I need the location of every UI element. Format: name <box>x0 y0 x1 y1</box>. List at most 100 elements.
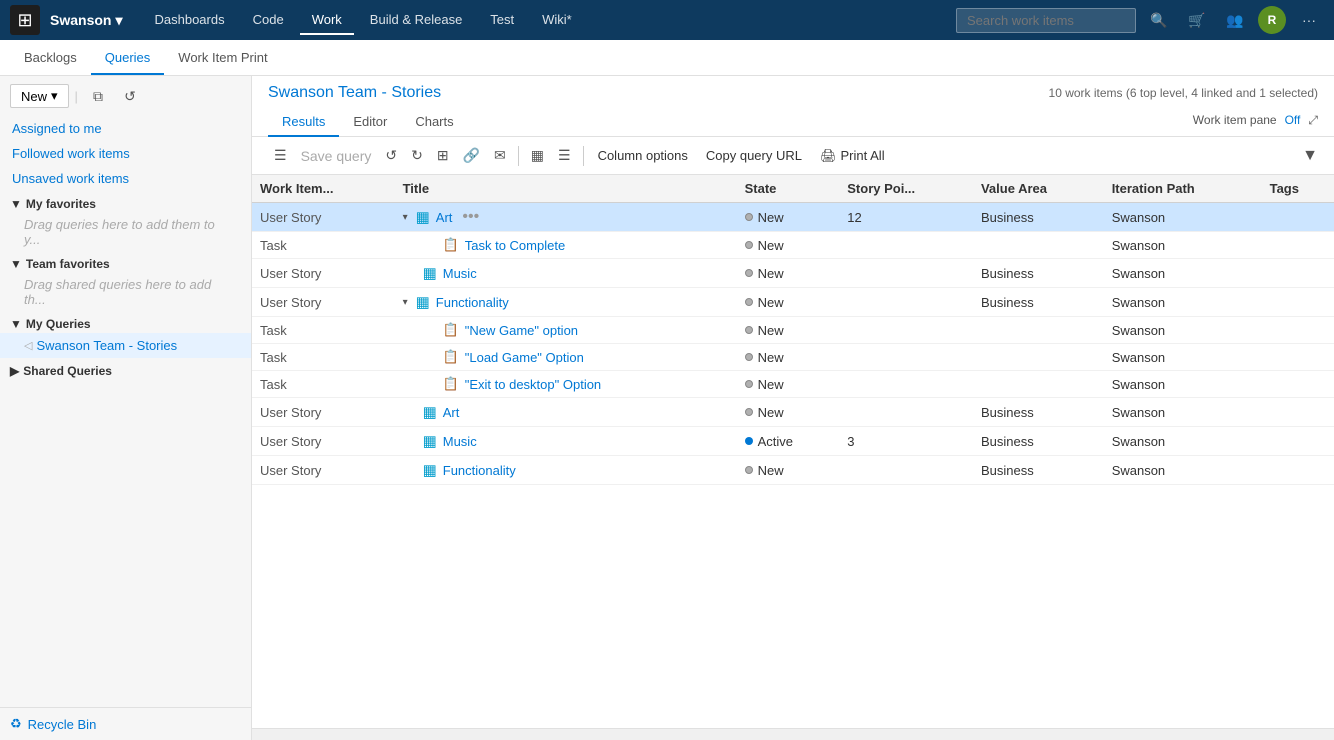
view-toggle-2[interactable]: ☰ <box>552 143 577 168</box>
off-label[interactable]: Off <box>1285 113 1301 127</box>
view-toggle-1[interactable]: ▦ <box>525 143 550 168</box>
table-row[interactable]: Task 📋 "Exit to desktop" Option New Swan… <box>252 371 1334 398</box>
new-button[interactable]: New ▾ <box>10 84 69 108</box>
redo-button[interactable]: ↻ <box>405 143 429 168</box>
title-link[interactable]: Music <box>443 434 477 449</box>
tab-backlogs[interactable]: Backlogs <box>10 42 91 75</box>
col-tags[interactable]: Tags <box>1262 175 1334 203</box>
col-work-item[interactable]: Work Item... <box>252 175 395 203</box>
panel-title: Swanson Team - Stories <box>268 84 441 102</box>
sidebar-section-my-favorites[interactable]: ▼ My favorites <box>0 191 251 213</box>
title-link[interactable]: Music <box>443 266 477 281</box>
horizontal-scrollbar[interactable] <box>252 728 1334 740</box>
sidebar-section-shared-queries[interactable]: ▶ Shared Queries <box>0 358 251 380</box>
ellipsis-button[interactable]: ••• <box>458 208 483 226</box>
table-row[interactable]: Task 📋 "Load Game" Option New Swanson <box>252 344 1334 371</box>
save-query-button[interactable]: Save query <box>295 144 378 168</box>
basket-icon[interactable]: 🛒 <box>1182 5 1212 35</box>
sidebar-item-unsaved-work-items[interactable]: Unsaved work items <box>0 166 251 191</box>
nav-code[interactable]: Code <box>241 6 296 35</box>
table-row[interactable]: User Story ▦ Music New Business Swanson <box>252 259 1334 288</box>
drag-handle-button[interactable]: ☰ <box>268 143 293 168</box>
column-options-button[interactable]: Column options <box>590 144 696 167</box>
iteration-path-cell: Swanson <box>1104 232 1262 259</box>
tab-queries[interactable]: Queries <box>91 42 165 75</box>
state-dot-icon <box>745 466 753 474</box>
story-points-cell <box>839 344 973 371</box>
search-input[interactable] <box>956 8 1136 33</box>
title-link[interactable]: Functionality <box>443 463 516 478</box>
title-link[interactable]: Art <box>443 405 460 420</box>
panel-tab-editor[interactable]: Editor <box>339 108 401 137</box>
table-row[interactable]: User Story ▦ Art New Business Swanson <box>252 398 1334 427</box>
search-icon[interactable]: 🔍 <box>1144 5 1174 35</box>
sidebar-item-assigned-to-me[interactable]: Assigned to me <box>0 116 251 141</box>
title-link[interactable]: Task to Complete <box>465 238 565 253</box>
collapse-icon[interactable]: ▾ <box>403 297 408 308</box>
panel-tab-charts[interactable]: Charts <box>401 108 467 137</box>
nav-test[interactable]: Test <box>478 6 526 35</box>
print-all-button[interactable]: 🖨 Print All <box>812 144 893 168</box>
sidebar-query-swanson-team-stories[interactable]: ◁ Swanson Team - Stories <box>0 333 251 358</box>
nav-work[interactable]: Work <box>300 6 354 35</box>
refresh-button[interactable]: ↺ <box>379 143 403 168</box>
top-navigation: ⊞ Swanson ▾ Dashboards Code Work Build &… <box>0 0 1334 40</box>
title-cell: ▦ Art <box>395 398 737 427</box>
tab-work-item-print[interactable]: Work Item Print <box>164 42 281 75</box>
table-row[interactable]: User Story ▦ Functionality New Business … <box>252 456 1334 485</box>
copy-query-url-button[interactable]: Copy query URL <box>698 144 810 167</box>
col-value-area[interactable]: Value Area <box>973 175 1104 203</box>
nav-dashboards[interactable]: Dashboards <box>143 6 237 35</box>
filter-button[interactable]: ▼ <box>1302 147 1318 165</box>
title-link[interactable]: Art <box>436 210 453 225</box>
col-state[interactable]: State <box>737 175 840 203</box>
tags-cell <box>1262 398 1334 427</box>
link-button[interactable]: 🔗 <box>457 143 486 168</box>
table-row[interactable]: User Story ▾ ▦ Functionality New Busines… <box>252 288 1334 317</box>
col-story-points[interactable]: Story Poi... <box>839 175 973 203</box>
story-points-cell <box>839 259 973 288</box>
add-to-backlog-button[interactable]: ⊞ <box>431 143 455 168</box>
work-item-type: Task <box>252 344 395 371</box>
table-row[interactable]: User Story ▦ Music Active 3 Business Swa… <box>252 427 1334 456</box>
more-icon[interactable]: ··· <box>1294 5 1324 35</box>
project-selector[interactable]: Swanson ▾ <box>50 12 123 29</box>
sidebar-section-team-favorites[interactable]: ▼ Team favorites <box>0 251 251 273</box>
panel-tab-results[interactable]: Results <box>268 108 339 137</box>
tags-cell <box>1262 203 1334 232</box>
sidebar-item-followed-work-items[interactable]: Followed work items <box>0 141 251 166</box>
tab-bar: Backlogs Queries Work Item Print <box>0 40 1334 76</box>
expand-icon[interactable]: ⤢ <box>1308 113 1318 128</box>
story-points-cell <box>839 398 973 427</box>
copy-icon-button[interactable]: ⧉ <box>84 82 112 110</box>
title-link[interactable]: "Exit to desktop" Option <box>465 377 601 392</box>
nav-links: Dashboards Code Work Build & Release Tes… <box>143 6 957 35</box>
nav-right: 🔍 🛒 👥 R ··· <box>956 5 1324 35</box>
title-link[interactable]: Functionality <box>436 295 509 310</box>
col-iteration-path[interactable]: Iteration Path <box>1104 175 1262 203</box>
people-icon[interactable]: 👥 <box>1220 5 1250 35</box>
table-row[interactable]: Task 📋 "New Game" option New Swanson <box>252 317 1334 344</box>
sidebar-section-my-queries[interactable]: ▼ My Queries <box>0 311 251 333</box>
title-team: Team <box>338 84 377 101</box>
nav-build-release[interactable]: Build & Release <box>358 6 475 35</box>
title-link[interactable]: "New Game" option <box>465 323 578 338</box>
email-button[interactable]: ✉ <box>488 143 512 168</box>
refresh-icon-button[interactable]: ↺ <box>116 82 144 110</box>
separator-2 <box>583 146 584 166</box>
project-name: Swanson <box>50 12 111 28</box>
iteration-path-cell: Swanson <box>1104 203 1262 232</box>
recycle-bin[interactable]: ♻ Recycle Bin <box>0 707 251 740</box>
avatar[interactable]: R <box>1258 6 1286 34</box>
col-title[interactable]: Title <box>395 175 737 203</box>
table-row[interactable]: Task 📋 Task to Complete New Swanson <box>252 232 1334 259</box>
title-link[interactable]: "Load Game" Option <box>465 350 584 365</box>
panel-tabs: Results Editor Charts <box>268 108 468 136</box>
table-row[interactable]: User Story ▾ ▦ Art ••• New 12 Business S… <box>252 203 1334 232</box>
app-logo[interactable]: ⊞ <box>10 5 40 35</box>
panel-subtitle: 10 work items (6 top level, 4 linked and… <box>1049 86 1318 100</box>
nav-wiki[interactable]: Wiki* <box>530 6 584 35</box>
collapse-icon[interactable]: ▾ <box>403 212 408 223</box>
iteration-path-cell: Swanson <box>1104 456 1262 485</box>
section-label: My favorites <box>26 197 96 211</box>
